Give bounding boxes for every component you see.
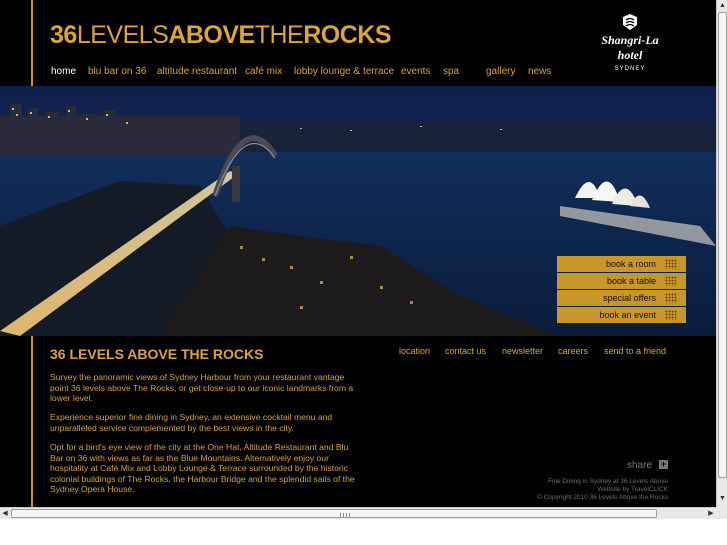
scroll-right-arrow-icon[interactable]: ▶: [706, 509, 716, 519]
shangri-la-emblem-icon: [623, 14, 637, 30]
dot-grid-icon: [665, 276, 677, 286]
nav-altitude-restaurant[interactable]: altitude restaurant: [157, 66, 237, 77]
footer-link-send-to-a-friend[interactable]: send to a friend: [604, 346, 666, 356]
credit-line[interactable]: Website by TravelCLICK: [597, 486, 668, 493]
nav-news[interactable]: news: [528, 66, 551, 77]
nav-blu-bar[interactable]: blu bar on 36: [88, 66, 146, 77]
nav-spa[interactable]: spa: [443, 66, 459, 77]
page-viewport: 36LEVELSABOVETHEROCKS Shangri-La hotel S…: [0, 0, 716, 507]
nav-gallery[interactable]: gallery: [486, 66, 515, 77]
brand-part: ROCKS: [303, 21, 392, 49]
dining-paragraph: Experience superior fine dining in Sydne…: [50, 412, 333, 433]
footer-link-newsletter[interactable]: newsletter: [502, 346, 543, 356]
site-logo[interactable]: 36LEVELSABOVETHEROCKS: [50, 20, 392, 50]
credit-line[interactable]: Fine Dining in Sydney at 36 Levels Above: [548, 478, 668, 485]
copyright-line: © Copyright 2010 36 Levels Above the Roc…: [537, 494, 668, 501]
page-title: 36 LEVELS ABOVE THE ROCKS: [50, 346, 264, 362]
dot-grid-icon: [665, 310, 677, 320]
book-a-room-label: book a room: [605, 259, 656, 269]
footer-link-careers[interactable]: careers: [558, 346, 588, 356]
hotel-name: Shangri-La hotel: [601, 33, 659, 62]
scroll-down-arrow-icon[interactable]: ▼: [718, 494, 727, 504]
brand-part: THE: [254, 21, 304, 49]
venues-paragraph: Opt for a bird's eye view of the city at…: [50, 442, 355, 495]
book-a-table-button[interactable]: book a table: [557, 273, 686, 289]
window-blank-area: [0, 519, 727, 545]
footer-link-location[interactable]: location: [399, 346, 430, 356]
intro-paragraph: Survey the panoramic views of Sydney Har…: [50, 372, 354, 404]
brand-part: 36: [50, 21, 77, 49]
book-an-event-button[interactable]: book an event: [557, 307, 686, 323]
shangri-la-logo[interactable]: Shangri-La hotel SYDNEY: [588, 14, 672, 72]
nav-events[interactable]: events: [401, 66, 430, 77]
nav-cafe-mix[interactable]: café mix: [245, 66, 282, 77]
horizontal-scrollbar[interactable]: ◀ ▶: [0, 507, 716, 519]
plus-icon[interactable]: +: [659, 460, 668, 469]
scroll-left-arrow-icon[interactable]: ◀: [0, 509, 10, 519]
dot-grid-icon: [665, 259, 677, 269]
nav-lobby-lounge[interactable]: lobby lounge & terrace: [294, 66, 394, 77]
nav-home[interactable]: home: [51, 66, 76, 77]
share-link[interactable]: share: [627, 460, 652, 471]
vertical-scrollbar[interactable]: ▲ ▼: [716, 0, 727, 507]
book-an-event-label: book an event: [599, 310, 656, 320]
brand-part: LEVELS: [76, 21, 169, 49]
special-offers-button[interactable]: special offers: [557, 290, 686, 306]
footer-link-contact-us[interactable]: contact us: [445, 346, 486, 356]
book-a-table-label: book a table: [606, 276, 656, 286]
vertical-scroll-thumb[interactable]: [718, 12, 727, 478]
book-a-room-button[interactable]: book a room: [557, 256, 686, 272]
scroll-up-arrow-icon[interactable]: ▲: [718, 1, 727, 11]
scroll-grip-icon: [340, 513, 352, 517]
dot-grid-icon: [665, 293, 677, 303]
brand-part: ABOVE: [168, 21, 255, 49]
special-offers-label: special offers: [603, 293, 656, 303]
hotel-city: SYDNEY: [614, 66, 646, 72]
booking-menu: book a room book a table special offers …: [557, 256, 686, 324]
scrollbar-corner: [716, 507, 727, 519]
horizontal-scroll-thumb[interactable]: [11, 509, 657, 518]
